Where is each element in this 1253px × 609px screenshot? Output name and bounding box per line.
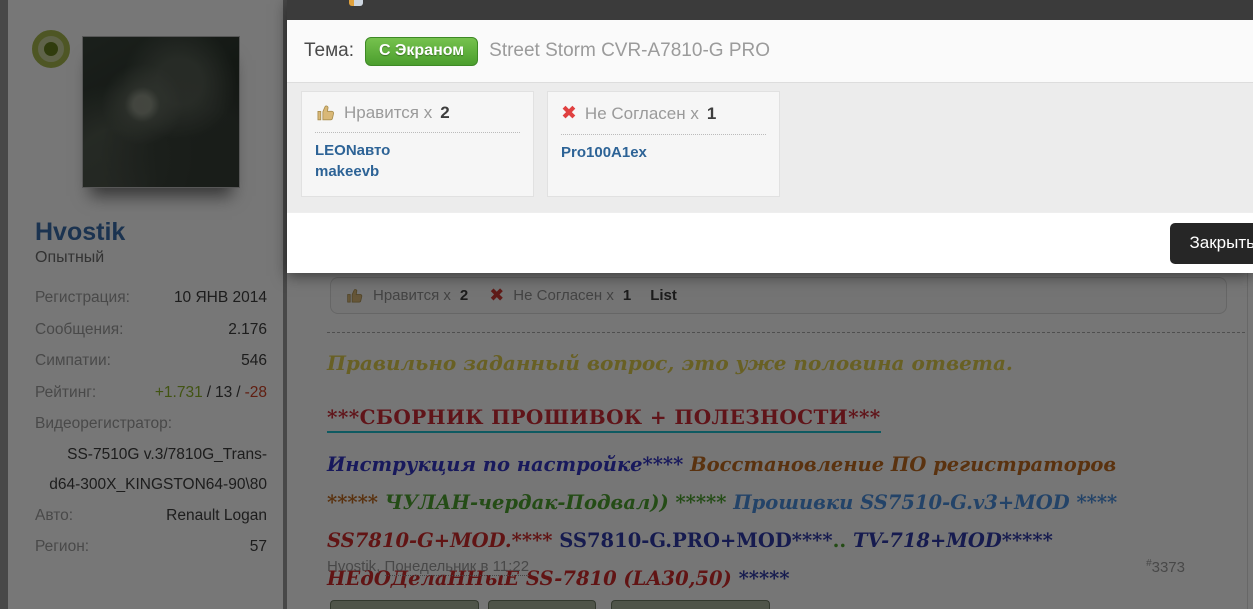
thumbs-up-icon [315, 102, 336, 123]
likes-label: Нравится x [344, 103, 432, 123]
titlebar-icon [349, 0, 363, 6]
user-link[interactable]: Pro100A1ex [561, 142, 766, 163]
likes-count: 2 [440, 103, 449, 123]
dialog-footer: Закрыть [287, 212, 1253, 273]
likes-dialog: Тема: С Экраном Street Storm CVR-A7810-G… [287, 0, 1253, 272]
likes-box-header: Нравится x 2 [315, 102, 520, 133]
disagree-x-icon: ✖ [561, 102, 577, 125]
likes-user-list: LEONавтоmakeevb [315, 140, 520, 182]
disagree-box-header: ✖ Не Согласен x 1 [561, 102, 766, 135]
user-link[interactable]: LEONавто [315, 140, 520, 161]
dialog-body: Нравится x 2 LEONавтоmakeevb ✖ Не Соглас… [287, 82, 1253, 212]
forum-page: Hvostik Опытный Регистрация: 10 ЯНВ 2014… [0, 0, 1253, 609]
disagree-label: Не Согласен x [585, 104, 699, 124]
likes-box: Нравится x 2 LEONавтоmakeevb [301, 91, 534, 197]
topic-title: Street Storm CVR-A7810-G PRO [489, 40, 770, 62]
close-button[interactable]: Закрыть [1170, 223, 1253, 264]
dialog-titlebar[interactable] [287, 0, 1253, 20]
disagree-count: 1 [707, 104, 716, 124]
user-link[interactable]: makeevb [315, 161, 520, 182]
dialog-topic-header: Тема: С Экраном Street Storm CVR-A7810-G… [287, 20, 1253, 82]
topic-prefix-badge[interactable]: С Экраном [365, 37, 478, 66]
disagree-user-list: Pro100A1ex [561, 142, 766, 163]
topic-label: Тема: [304, 40, 354, 62]
disagree-box: ✖ Не Согласен x 1 Pro100A1ex [547, 91, 780, 197]
